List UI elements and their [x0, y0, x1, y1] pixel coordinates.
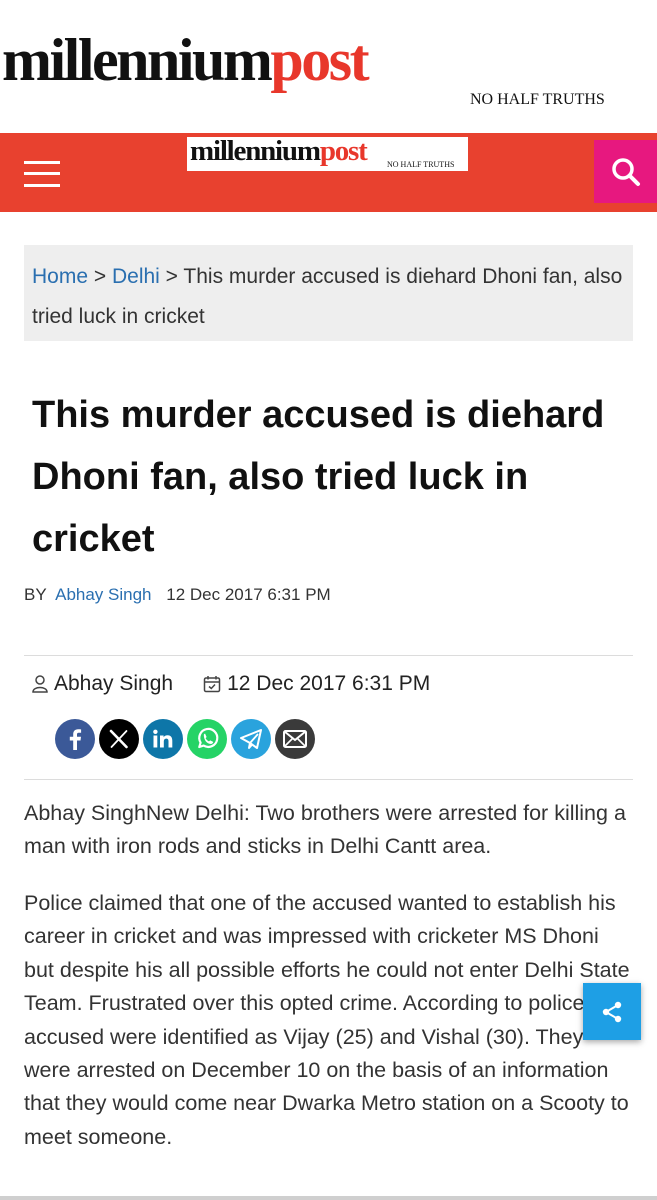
- divider: [24, 655, 633, 656]
- meta-date: 12 Dec 2017 6:31 PM: [227, 672, 431, 695]
- bottom-edge: [0, 1196, 657, 1200]
- telegram-icon: [240, 729, 262, 749]
- breadcrumb: Home > Delhi > This murder accused is di…: [24, 245, 633, 341]
- breadcrumb-separator: >: [88, 265, 112, 288]
- header-logo-tagline: NO HALF TRUTHS: [387, 160, 455, 169]
- share-linkedin-button[interactable]: [143, 719, 183, 759]
- breadcrumb-section-link[interactable]: Delhi: [112, 265, 160, 288]
- masthead-tagline: NO HALF TRUTHS: [470, 91, 605, 108]
- facebook-icon: [69, 729, 82, 750]
- x-icon: [109, 729, 128, 749]
- breadcrumb-home-link[interactable]: Home: [32, 265, 88, 288]
- masthead-logo[interactable]: millenniumpost: [2, 30, 370, 90]
- email-icon: [283, 730, 307, 748]
- share-facebook-button[interactable]: [55, 719, 95, 759]
- share-email-button[interactable]: [275, 719, 315, 759]
- publish-date: 12 Dec 2017 6:31 PM: [166, 585, 331, 604]
- divider: [24, 779, 633, 780]
- share-whatsapp-button[interactable]: [187, 719, 227, 759]
- byline: BY Abhay Singh 12 Dec 2017 6:31 PM: [24, 585, 331, 605]
- header-bar: millenniumpost NO HALF TRUTHS: [0, 133, 657, 212]
- byline-label: BY: [24, 585, 47, 604]
- share-x-button[interactable]: [99, 719, 139, 759]
- user-icon: [32, 675, 48, 693]
- share-telegram-button[interactable]: [231, 719, 271, 759]
- author-link[interactable]: Abhay Singh: [55, 585, 151, 604]
- masthead: millenniumpost NO HALF TRUTHS: [0, 0, 657, 133]
- share-bar: [55, 719, 319, 759]
- article-paragraph: Police claimed that one of the accused w…: [24, 891, 630, 1149]
- whatsapp-icon: [198, 727, 219, 749]
- breadcrumb-separator: >: [159, 265, 184, 288]
- search-button[interactable]: [594, 140, 657, 203]
- linkedin-icon: [153, 729, 173, 748]
- share-icon: [602, 1001, 622, 1022]
- header-logo[interactable]: millenniumpost NO HALF TRUTHS: [187, 137, 468, 171]
- meta-author: Abhay Singh: [54, 672, 174, 695]
- hamburger-menu-icon[interactable]: [24, 158, 62, 190]
- article-meta: Abhay Singh 12 Dec 2017 6:31 PM: [32, 672, 430, 696]
- search-icon: [611, 157, 640, 186]
- article-title: This murder accused is diehard Dhoni fan…: [32, 394, 605, 560]
- article-paragraph: Abhay SinghNew Delhi: Two brothers were …: [24, 801, 626, 859]
- calendar-icon: [203, 675, 221, 693]
- floating-share-button[interactable]: [583, 983, 641, 1040]
